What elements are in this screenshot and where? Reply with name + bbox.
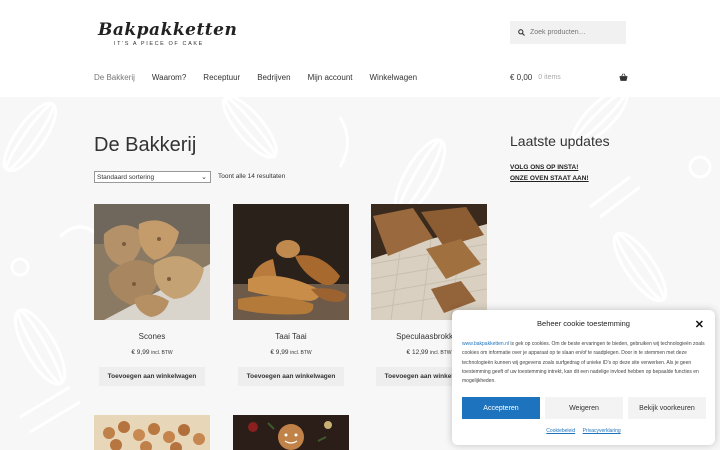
nav-item-bedrijven[interactable]: Bedrijven xyxy=(257,73,290,82)
cart-item-count: 0 items xyxy=(538,74,561,81)
product-image-taai-taai[interactable] xyxy=(233,204,349,320)
nav-item-receptuur[interactable]: Receptuur xyxy=(203,73,240,82)
product-price: € 9,99 incl. BTW xyxy=(270,349,312,356)
nav-item-de-bakkerij[interactable]: De Bakkerij xyxy=(94,73,135,82)
view-preferences-button[interactable]: Bekijk voorkeuren xyxy=(628,397,706,419)
sort-select[interactable]: Standaard sortering ⌄ xyxy=(94,171,211,183)
search-box[interactable] xyxy=(510,21,626,44)
site-header: Bakpakketten IT'S A PIECE OF CAKE De Bak… xyxy=(0,0,720,97)
product-image-gingerbread[interactable] xyxy=(233,415,349,450)
close-icon[interactable]: ✕ xyxy=(695,318,704,331)
search-icon xyxy=(518,29,525,36)
nav-item-waarom[interactable]: Waarom? xyxy=(152,73,186,82)
nav-item-winkelwagen[interactable]: Winkelwagen xyxy=(370,73,418,82)
deny-cookies-button[interactable]: Weigeren xyxy=(545,397,623,419)
sort-select-value: Standaard sortering xyxy=(97,173,155,181)
nav-item-mijn-account[interactable]: Mijn account xyxy=(308,73,353,82)
chevron-down-icon: ⌄ xyxy=(201,174,207,181)
product-image-speculaasbrokken[interactable] xyxy=(371,204,487,320)
accept-cookies-button[interactable]: Accepteren xyxy=(462,397,540,419)
add-to-cart-button[interactable]: Toevoegen aan winkelwagen xyxy=(238,367,344,386)
sidebar-title: Laatste updates xyxy=(510,133,610,149)
privacy-statement-link[interactable]: Privacyverklaring xyxy=(583,428,621,434)
cookie-consent-dialog: Beheer cookie toestemming ✕ www.bakpakke… xyxy=(452,310,715,445)
cookie-links: Cookiebeleid Privacyverklaring xyxy=(452,428,715,434)
product-card: Taai Taai € 9,99 incl. BTW Toevoegen aan… xyxy=(233,204,349,386)
add-to-cart-button[interactable]: Toevoegen aan winkelwagen xyxy=(99,367,205,386)
product-name[interactable]: Scones xyxy=(94,332,210,341)
cart-total: € 0,00 xyxy=(510,73,533,82)
sidebar-link-oven[interactable]: ONZE OVEN STAAT AAN! xyxy=(510,175,589,182)
sidebar-link-insta[interactable]: VOLG ONS OP INSTA! xyxy=(510,164,578,171)
result-count: Toont alle 14 resultaten xyxy=(218,173,286,180)
cookie-policy-link[interactable]: Cookiebeleid xyxy=(546,428,575,434)
logo-name: Bakpakketten xyxy=(98,20,238,40)
product-price: € 9,99 incl. BTW xyxy=(131,349,173,356)
cookie-dialog-title: Beheer cookie toestemming xyxy=(537,319,630,328)
site-logo[interactable]: Bakpakketten IT'S A PIECE OF CAKE xyxy=(98,20,238,50)
product-image-kruidnoten[interactable] xyxy=(94,415,210,450)
product-name[interactable]: Taai Taai xyxy=(233,332,349,341)
main-nav: De Bakkerij Waarom? Receptuur Bedrijven … xyxy=(94,73,434,82)
basket-icon[interactable] xyxy=(619,73,628,82)
search-input[interactable] xyxy=(530,29,625,36)
cookie-site-link[interactable]: www.bakpakketten.nl xyxy=(462,341,509,347)
page-title: De Bakkerij xyxy=(94,134,197,156)
logo-tagline: IT'S A PIECE OF CAKE xyxy=(114,41,204,47)
cookie-dialog-text: www.bakpakketten.nl is gek op cookies. O… xyxy=(462,341,705,385)
product-image-scones[interactable] xyxy=(94,204,210,320)
product-card xyxy=(233,415,349,450)
header-cart[interactable]: € 0,00 0 items xyxy=(510,73,628,82)
product-card: Scones € 9,99 incl. BTW Toevoegen aan wi… xyxy=(94,204,210,386)
product-card xyxy=(94,415,210,450)
